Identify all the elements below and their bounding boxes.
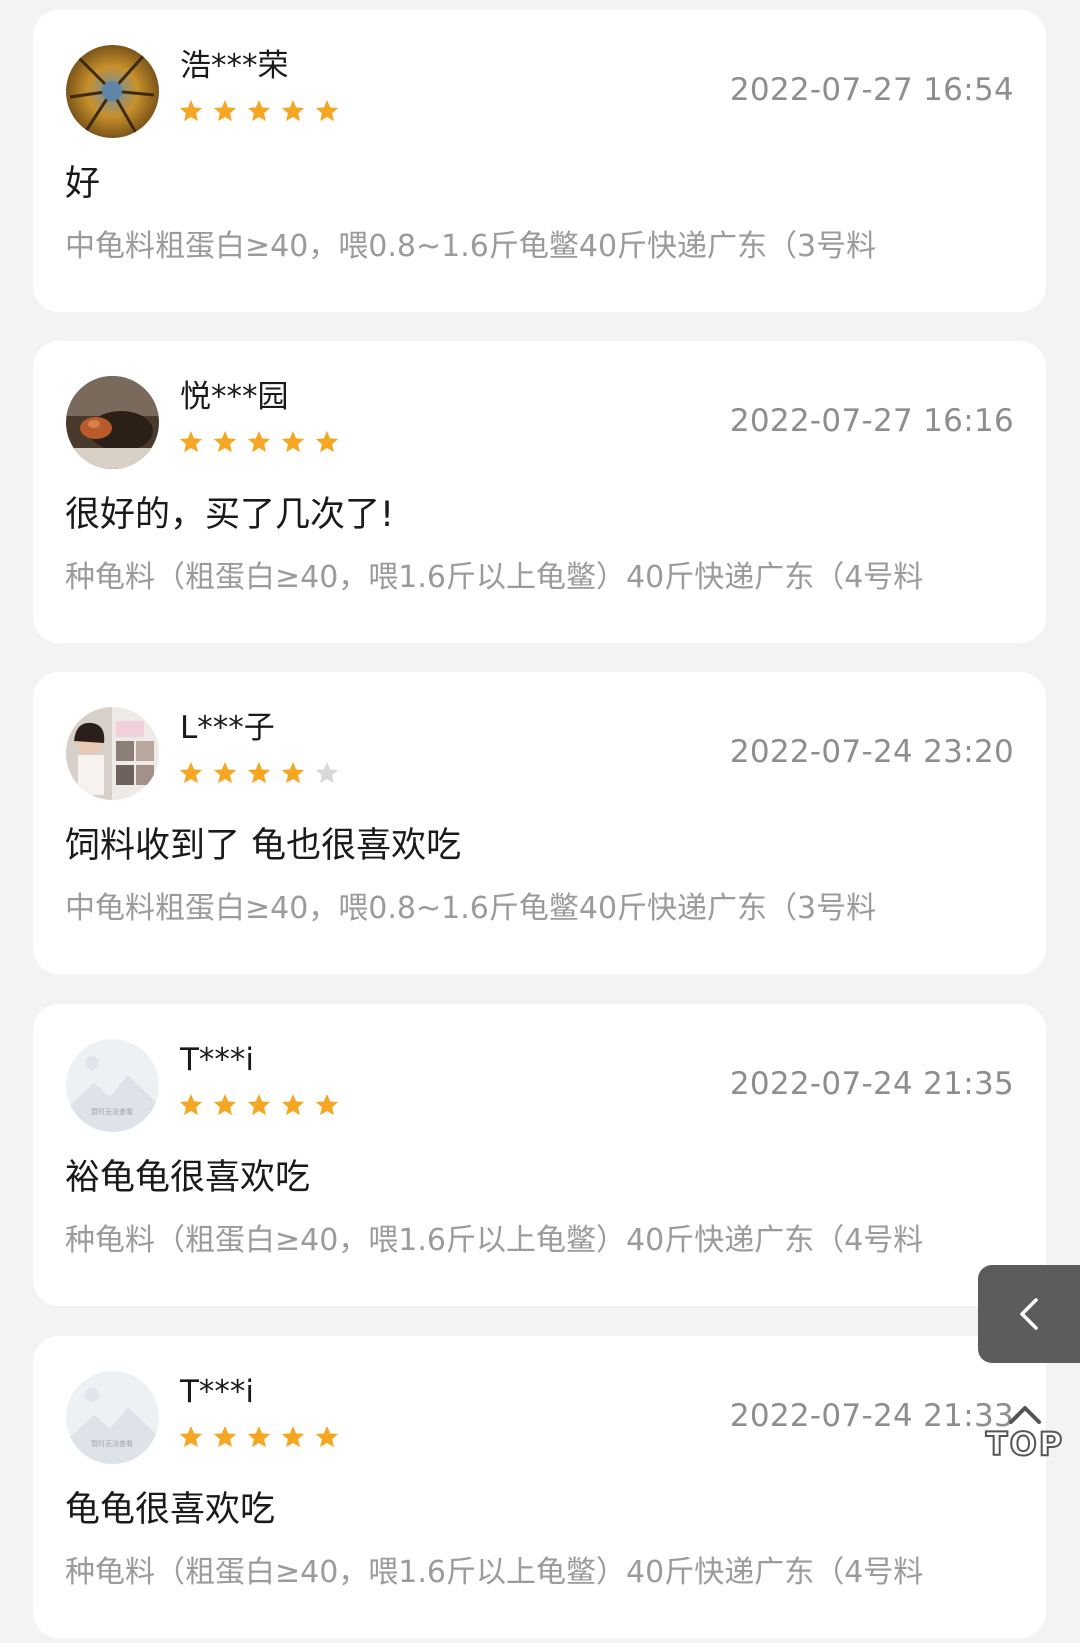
review-time: 2022-07-24 23:20: [729, 734, 1014, 770]
review-time: 2022-07-24 21:35: [729, 1066, 1014, 1102]
review-time: 2022-07-27 16:16: [729, 403, 1014, 439]
star-filled-icon: [179, 1425, 203, 1448]
review-list-page: 浩***荣 2022-07-27 16:54 好 中龟料粗蛋白≥40，喂0.8~…: [0, 0, 1080, 1643]
review-username: T***i: [180, 1374, 255, 1410]
avatar[interactable]: [66, 45, 159, 138]
rating-stars: [178, 98, 348, 128]
review-card[interactable]: 悦***园 2022-07-27 16:16 很好的，买了几次了! 种龟料（粗蛋…: [33, 341, 1046, 643]
rating-stars: [178, 760, 348, 790]
review-time: 2022-07-27 16:54: [729, 72, 1014, 108]
star-filled-icon: [247, 1093, 271, 1116]
avatar[interactable]: [66, 376, 159, 469]
star-filled-icon: [213, 1425, 237, 1448]
review-sku: 种龟料（粗蛋白≥40，喂1.6斤以上龟鳖）40斤快递广东（4号料: [65, 1223, 924, 1258]
review-username: T***i: [180, 1042, 255, 1078]
review-sku: 种龟料（粗蛋白≥40，喂1.6斤以上龟鳖）40斤快递广东（4号料: [65, 560, 924, 595]
star-filled-icon: [281, 430, 305, 453]
rating-stars: [178, 429, 348, 459]
star-filled-icon: [179, 761, 203, 784]
review-card[interactable]: 浩***荣 2022-07-27 16:54 好 中龟料粗蛋白≥40，喂0.8~…: [33, 10, 1046, 312]
star-filled-icon: [315, 99, 339, 122]
review-sku: 中龟料粗蛋白≥40，喂0.8~1.6斤龟鳖40斤快递广东（3号料: [65, 891, 877, 926]
review-username: L***子: [180, 710, 275, 746]
review-time: 2022-07-24 21:33: [729, 1398, 1014, 1434]
review-sku: 中龟料粗蛋白≥40，喂0.8~1.6斤龟鳖40斤快递广东（3号料: [65, 229, 877, 264]
avatar-turtle-image: [66, 376, 159, 469]
avatar-tree-image: [66, 45, 159, 138]
star-filled-icon: [315, 1093, 339, 1116]
star-filled-icon: [247, 1425, 271, 1448]
star-filled-icon: [213, 1093, 237, 1116]
review-card[interactable]: 暂时无法查看 T***i 2022-07-24 21:33 龟龟很喜欢吃 种龟料…: [33, 1336, 1046, 1638]
star-filled-icon: [315, 1425, 339, 1448]
star-filled-icon: [281, 99, 305, 122]
review-content: 龟龟很喜欢吃: [65, 1490, 276, 1530]
star-filled-icon: [179, 99, 203, 122]
placeholder-image-icon: 暂时无法查看: [66, 1371, 159, 1464]
star-filled-icon: [213, 99, 237, 122]
top-label: TOP: [985, 1425, 1065, 1463]
star-filled-icon: [247, 99, 271, 122]
rating-stars: [178, 1424, 348, 1454]
star-filled-icon: [213, 761, 237, 784]
star-empty-icon: [315, 761, 339, 784]
chevron-left-icon: [1020, 1298, 1038, 1330]
review-username: 浩***荣: [180, 48, 289, 84]
review-content: 很好的，买了几次了!: [65, 495, 395, 535]
review-content: 好: [65, 164, 101, 204]
star-filled-icon: [213, 430, 237, 453]
star-filled-icon: [179, 430, 203, 453]
chevron-up-icon: [1009, 1406, 1041, 1424]
review-content: 饲料收到了 龟也很喜欢吃: [65, 826, 462, 866]
scroll-to-top-button[interactable]: TOP: [985, 1400, 1065, 1480]
star-filled-icon: [281, 1093, 305, 1116]
placeholder-avatar-text: 暂时无法查看: [91, 1439, 133, 1448]
avatar[interactable]: [66, 707, 159, 800]
review-username: 悦***园: [180, 379, 289, 415]
placeholder-image-icon: 暂时无法查看: [66, 1039, 159, 1132]
star-filled-icon: [247, 761, 271, 784]
placeholder-avatar-text: 暂时无法查看: [91, 1107, 133, 1116]
avatar[interactable]: 暂时无法查看: [66, 1371, 159, 1464]
rating-stars: [178, 1092, 348, 1122]
star-filled-icon: [281, 761, 305, 784]
star-filled-icon: [179, 1093, 203, 1116]
review-sku: 种龟料（粗蛋白≥40，喂1.6斤以上龟鳖）40斤快递广东（4号料: [65, 1555, 924, 1590]
star-filled-icon: [315, 430, 339, 453]
star-filled-icon: [281, 1425, 305, 1448]
back-button[interactable]: [978, 1265, 1080, 1363]
review-card[interactable]: 暂时无法查看 T***i 2022-07-24 21:35 裕龟龟很喜欢吃 种龟…: [33, 1004, 1046, 1306]
review-content: 裕龟龟很喜欢吃: [65, 1158, 311, 1198]
avatar-person-image: [66, 707, 159, 800]
review-card[interactable]: L***子 2022-07-24 23:20 饲料收到了 龟也很喜欢吃 中龟料粗…: [33, 672, 1046, 974]
star-filled-icon: [247, 430, 271, 453]
avatar[interactable]: 暂时无法查看: [66, 1039, 159, 1132]
